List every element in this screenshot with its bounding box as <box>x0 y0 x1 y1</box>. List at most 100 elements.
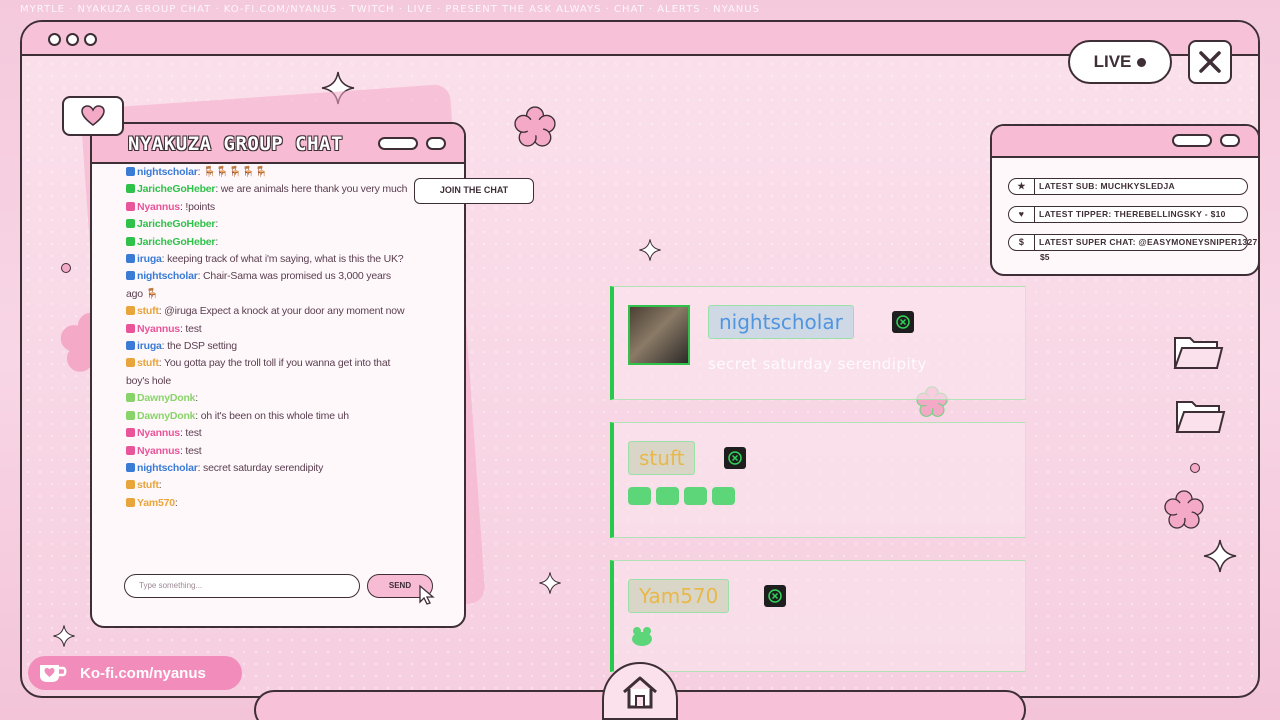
chat-text: : the DSP setting <box>161 340 237 353</box>
heart-icon <box>81 105 105 126</box>
chat-username: nightscholar <box>137 461 198 474</box>
chat-header: NYAKUZA GROUP CHAT <box>92 124 464 164</box>
chat-username: Nyannus <box>137 444 180 457</box>
x-badge-icon <box>892 311 914 333</box>
emote-icon <box>684 487 707 505</box>
x-badge-icon <box>764 585 786 607</box>
chat-message: stuft: You gotta pay the troll toll if y… <box>126 355 408 390</box>
latest-superchat-text: LATEST SUPER CHAT: @EASYMONEYSNIPER1327 … <box>1039 237 1260 247</box>
chat-message: Nyannus: test <box>126 443 408 460</box>
chat-username: JaricheGoHeber <box>137 235 216 248</box>
alerts-panel: ★ LATEST SUB: MUCHKYSLEDJA ♥ LATEST TIPP… <box>990 124 1260 276</box>
chat-text: : <box>195 392 199 405</box>
sparkle-icon <box>1203 539 1237 573</box>
chat-text: : You gotta pay the troll toll if you wa… <box>126 357 391 387</box>
user-badge-icon <box>126 428 135 438</box>
emote-icon <box>656 487 679 505</box>
chat-username: stuft <box>137 357 159 370</box>
chat-text: : <box>158 479 162 492</box>
header-pill <box>378 137 418 150</box>
live-label: LIVE <box>1093 52 1132 71</box>
window-dots <box>48 33 97 46</box>
user-badge-icon <box>126 271 135 281</box>
highlight-card: nightscholar secret saturday serendipity <box>610 286 1026 400</box>
window-dot[interactable] <box>84 33 97 46</box>
user-badge-icon <box>126 358 135 368</box>
chat-message: Nyannus: !points <box>126 199 408 216</box>
chat-message: iruga: the DSP setting <box>126 338 408 355</box>
dot-decoration <box>61 263 71 273</box>
chat-text: : oh it's been on this whole time uh <box>195 409 349 422</box>
chat-message: JaricheGoHeber: we are animals here than… <box>126 181 408 198</box>
chat-message: nightscholar: Chair-Sama was promised us… <box>126 268 408 303</box>
chat-message: iruga: keeping track of what i'm saying,… <box>126 251 408 268</box>
user-badge-icon <box>126 167 135 176</box>
card-username: Yam570 <box>628 579 730 613</box>
chat-username: stuft <box>137 305 159 318</box>
chat-input[interactable]: Type something... <box>124 574 360 598</box>
user-badge-icon <box>126 341 135 351</box>
chat-messages: nightscholar: 🪑🪑🪑🪑🪑 JaricheGoHeber: we ar… <box>126 164 408 560</box>
chat-username: Nyannus <box>137 322 180 335</box>
join-chat-bubble[interactable]: JOIN THE CHAT <box>414 178 534 204</box>
user-badge-icon <box>126 462 135 472</box>
chat-message: Nyannus: test <box>126 425 408 442</box>
chat-username: Nyannus <box>137 427 180 440</box>
chat-username: DawnyDonk <box>137 392 196 405</box>
chat-message: stuft: <box>126 477 408 494</box>
user-badge-icon <box>126 480 135 490</box>
highlight-card: stuft <box>610 422 1026 538</box>
chat-message: JaricheGoHeber: <box>126 234 408 251</box>
user-badge-icon <box>126 393 135 403</box>
cursor-icon <box>419 584 435 605</box>
live-indicator: LIVE <box>1068 40 1172 84</box>
chat-username: DawnyDonk <box>137 409 196 422</box>
chat-message: JaricheGoHeber: <box>126 216 408 233</box>
kofi-link[interactable]: Ko-fi.com/nyanus <box>28 656 242 690</box>
dot-decoration <box>1190 463 1200 473</box>
chat-text: : <box>215 218 219 231</box>
chat-username: Yam570 <box>137 496 175 509</box>
chat-username: nightscholar <box>137 166 198 178</box>
chat-text: : test <box>179 444 202 457</box>
chat-text: : !points <box>179 200 215 213</box>
chat-text: : secret saturday serendipity <box>197 461 324 474</box>
window-dot[interactable] <box>66 33 79 46</box>
chat-message: Yam570: <box>126 495 408 512</box>
coffee-cup-icon <box>40 665 67 682</box>
user-badge-icon <box>126 445 135 455</box>
window-dot[interactable] <box>48 33 61 46</box>
latest-tipper-row: ♥ LATEST TIPPER: THEREBELLINGSKY - $10 <box>1008 206 1248 223</box>
heart-icon: ♥ <box>1009 206 1035 222</box>
latest-sub-row: ★ LATEST SUB: MUCHKYSLEDJA <box>1008 178 1248 195</box>
close-icon <box>1199 51 1221 73</box>
live-dot-icon <box>1137 57 1147 67</box>
highlight-card: Yam570 <box>610 560 1026 672</box>
header-pill <box>426 137 446 150</box>
x-badge-icon <box>724 447 746 469</box>
user-badge-icon <box>126 184 135 194</box>
frog-emote-icon <box>632 627 652 646</box>
emote-row <box>628 487 735 505</box>
chat-text: : @iruga Expect a knock at your door any… <box>158 305 405 318</box>
chat-text: : 🪑🪑🪑🪑🪑 <box>197 166 268 178</box>
user-badge-icon <box>126 219 135 229</box>
emote-icon <box>628 487 651 505</box>
chat-text: : we are animals here thank you very muc… <box>215 183 408 196</box>
heart-speech-bubble <box>62 96 124 136</box>
flower-icon <box>514 106 556 147</box>
header-pill <box>1172 134 1212 147</box>
folder-icon[interactable] <box>1172 332 1224 372</box>
chat-username: JaricheGoHeber <box>137 183 216 196</box>
folder-icon[interactable] <box>1174 396 1226 436</box>
kofi-label: Ko-fi.com/nyanus <box>80 664 206 682</box>
sparkle-icon <box>639 239 661 261</box>
chat-text: : <box>215 235 219 248</box>
latest-superchat-amount: $5 <box>1040 252 1050 262</box>
user-badge-icon <box>126 410 135 420</box>
chat-title: NYAKUZA GROUP CHAT <box>128 133 343 155</box>
user-avatar <box>628 305 690 365</box>
user-badge-icon <box>126 323 135 333</box>
user-badge-icon <box>126 497 135 507</box>
close-button[interactable] <box>1188 40 1232 84</box>
